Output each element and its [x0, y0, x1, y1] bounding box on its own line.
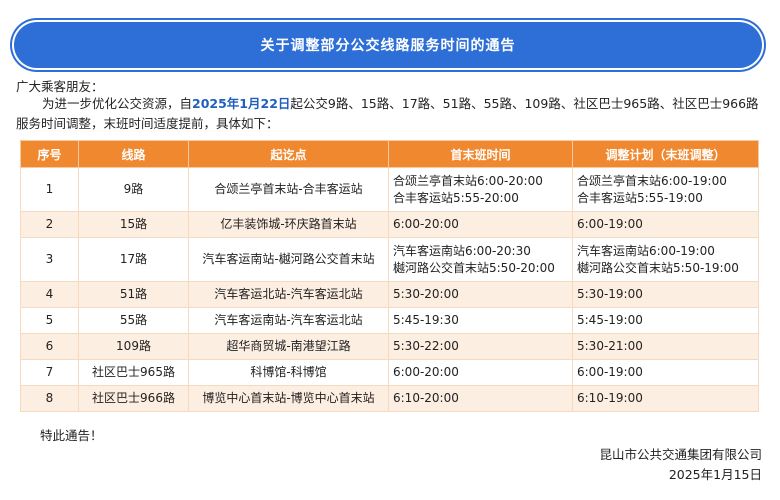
- row-no: 3: [20, 237, 79, 282]
- row-stops: 超华商贸城-南港望江路: [188, 333, 389, 360]
- row-no: 8: [20, 385, 79, 412]
- table-header-row: 序号 线路 起讫点 首末班时间 调整计划（末班调整）: [20, 140, 759, 168]
- row-stops: 汽车客运北站-汽车客运北站: [188, 281, 389, 308]
- row-times: 汽车客运南站6:00-20:30 樾河路公交首末站5:50-20:00: [388, 237, 573, 282]
- closing-text: 特此通告！: [40, 428, 103, 443]
- table-row: 2 15路 亿丰装饰城-环庆路首末站 6:00-20:00 6:00-19:00: [20, 211, 759, 238]
- row-plan: 合颂兰亭首末站6:00-19:00 合丰客运站5:55-19:00: [572, 167, 759, 212]
- row-route: 17路: [78, 237, 189, 282]
- company-signature: 昆山市公共交通集团有限公司: [599, 447, 762, 462]
- notice-title: 关于调整部分公交线路服务时间的通告: [260, 38, 516, 54]
- row-times: 6:00-20:00: [388, 211, 573, 238]
- row-plan-line: 汽车客运南站6:00-19:00: [577, 243, 715, 258]
- row-route: 社区巴士965路: [78, 359, 189, 386]
- row-no: 4: [20, 281, 79, 308]
- table-row: 8 社区巴士966路 博览中心首末站-博览中心首末站 6:10-20:00 6:…: [20, 385, 759, 412]
- schedule-table: 序号 线路 起讫点 首末班时间 调整计划（末班调整） 1 9路 合颂兰亭首末站-…: [20, 140, 759, 412]
- header-route: 线路: [78, 140, 189, 168]
- row-stops: 科博馆-科博馆: [188, 359, 389, 386]
- title-banner: 关于调整部分公交线路服务时间的通告: [14, 22, 762, 68]
- row-plan-line: 合颂兰亭首末站6:00-19:00: [577, 173, 727, 188]
- row-plan: 汽车客运南站6:00-19:00 樾河路公交首末站5:50-19:00: [572, 237, 759, 282]
- row-times: 5:30-22:00: [388, 333, 573, 360]
- header-no: 序号: [20, 140, 79, 168]
- row-times-line: 樾河路公交首末站5:50-20:00: [393, 260, 555, 275]
- row-plan: 6:00-19:00: [572, 359, 759, 386]
- table-row: 6 109路 超华商贸城-南港望江路 5:30-22:00 5:30-21:00: [20, 333, 759, 360]
- greeting: 广大乘客朋友：: [16, 79, 104, 94]
- table-row: 5 55路 汽车客运南站-汽车客运北站 5:45-19:30 5:45-19:0…: [20, 307, 759, 334]
- row-times: 5:45-19:30: [388, 307, 573, 334]
- row-plan-line: 合丰客运站5:55-19:00: [577, 190, 703, 205]
- intro-paragraph: 为进一步优化公交资源，自2025年1月22日起公交9路、15路、17路、51路、…: [16, 94, 768, 134]
- row-plan: 6:10-19:00: [572, 385, 759, 412]
- intro-text-before: 为进一步优化公交资源，自: [42, 96, 193, 111]
- row-route: 15路: [78, 211, 189, 238]
- row-times-line: 合颂兰亭首末站6:00-20:00: [393, 173, 543, 188]
- row-route: 9路: [78, 167, 189, 212]
- row-plan: 5:45-19:00: [572, 307, 759, 334]
- row-no: 2: [20, 211, 79, 238]
- row-no: 7: [20, 359, 79, 386]
- row-route: 社区巴士966路: [78, 385, 189, 412]
- row-times-line: 合丰客运站5:55-20:00: [393, 190, 519, 205]
- row-plan: 5:30-21:00: [572, 333, 759, 360]
- row-stops: 亿丰装饰城-环庆路首末站: [188, 211, 389, 238]
- row-stops: 汽车客运南站-樾河路公交首末站: [188, 237, 389, 282]
- table-row: 7 社区巴士965路 科博馆-科博馆 6:00-20:00 6:00-19:00: [20, 359, 759, 386]
- header-times: 首末班时间: [388, 140, 573, 168]
- row-times: 6:10-20:00: [388, 385, 573, 412]
- row-route: 51路: [78, 281, 189, 308]
- row-stops: 合颂兰亭首末站-合丰客运站: [188, 167, 389, 212]
- row-times-line: 汽车客运南站6:00-20:30: [393, 243, 531, 258]
- row-stops: 博览中心首末站-博览中心首末站: [188, 385, 389, 412]
- header-plan: 调整计划（末班调整）: [572, 140, 759, 168]
- header-stops: 起讫点: [188, 140, 389, 168]
- table-row: 1 9路 合颂兰亭首末站-合丰客运站 合颂兰亭首末站6:00-20:00 合丰客运…: [20, 167, 759, 212]
- row-route: 109路: [78, 333, 189, 360]
- effective-date: 2025年1月22日: [192, 96, 291, 111]
- row-times: 合颂兰亭首末站6:00-20:00 合丰客运站5:55-20:00: [388, 167, 573, 212]
- row-route: 55路: [78, 307, 189, 334]
- issue-date: 2025年1月15日: [668, 467, 762, 482]
- row-no: 6: [20, 333, 79, 360]
- row-plan: 6:00-19:00: [572, 211, 759, 238]
- row-times: 5:30-20:00: [388, 281, 573, 308]
- row-plan-line: 樾河路公交首末站5:50-19:00: [577, 260, 739, 275]
- table-row: 4 51路 汽车客运北站-汽车客运北站 5:30-20:00 5:30-19:0…: [20, 281, 759, 308]
- row-stops: 汽车客运南站-汽车客运北站: [188, 307, 389, 334]
- table-row: 3 17路 汽车客运南站-樾河路公交首末站 汽车客运南站6:00-20:30 樾河…: [20, 237, 759, 282]
- row-no: 1: [20, 167, 79, 212]
- row-times: 6:00-20:00: [388, 359, 573, 386]
- row-no: 5: [20, 307, 79, 334]
- row-plan: 5:30-19:00: [572, 281, 759, 308]
